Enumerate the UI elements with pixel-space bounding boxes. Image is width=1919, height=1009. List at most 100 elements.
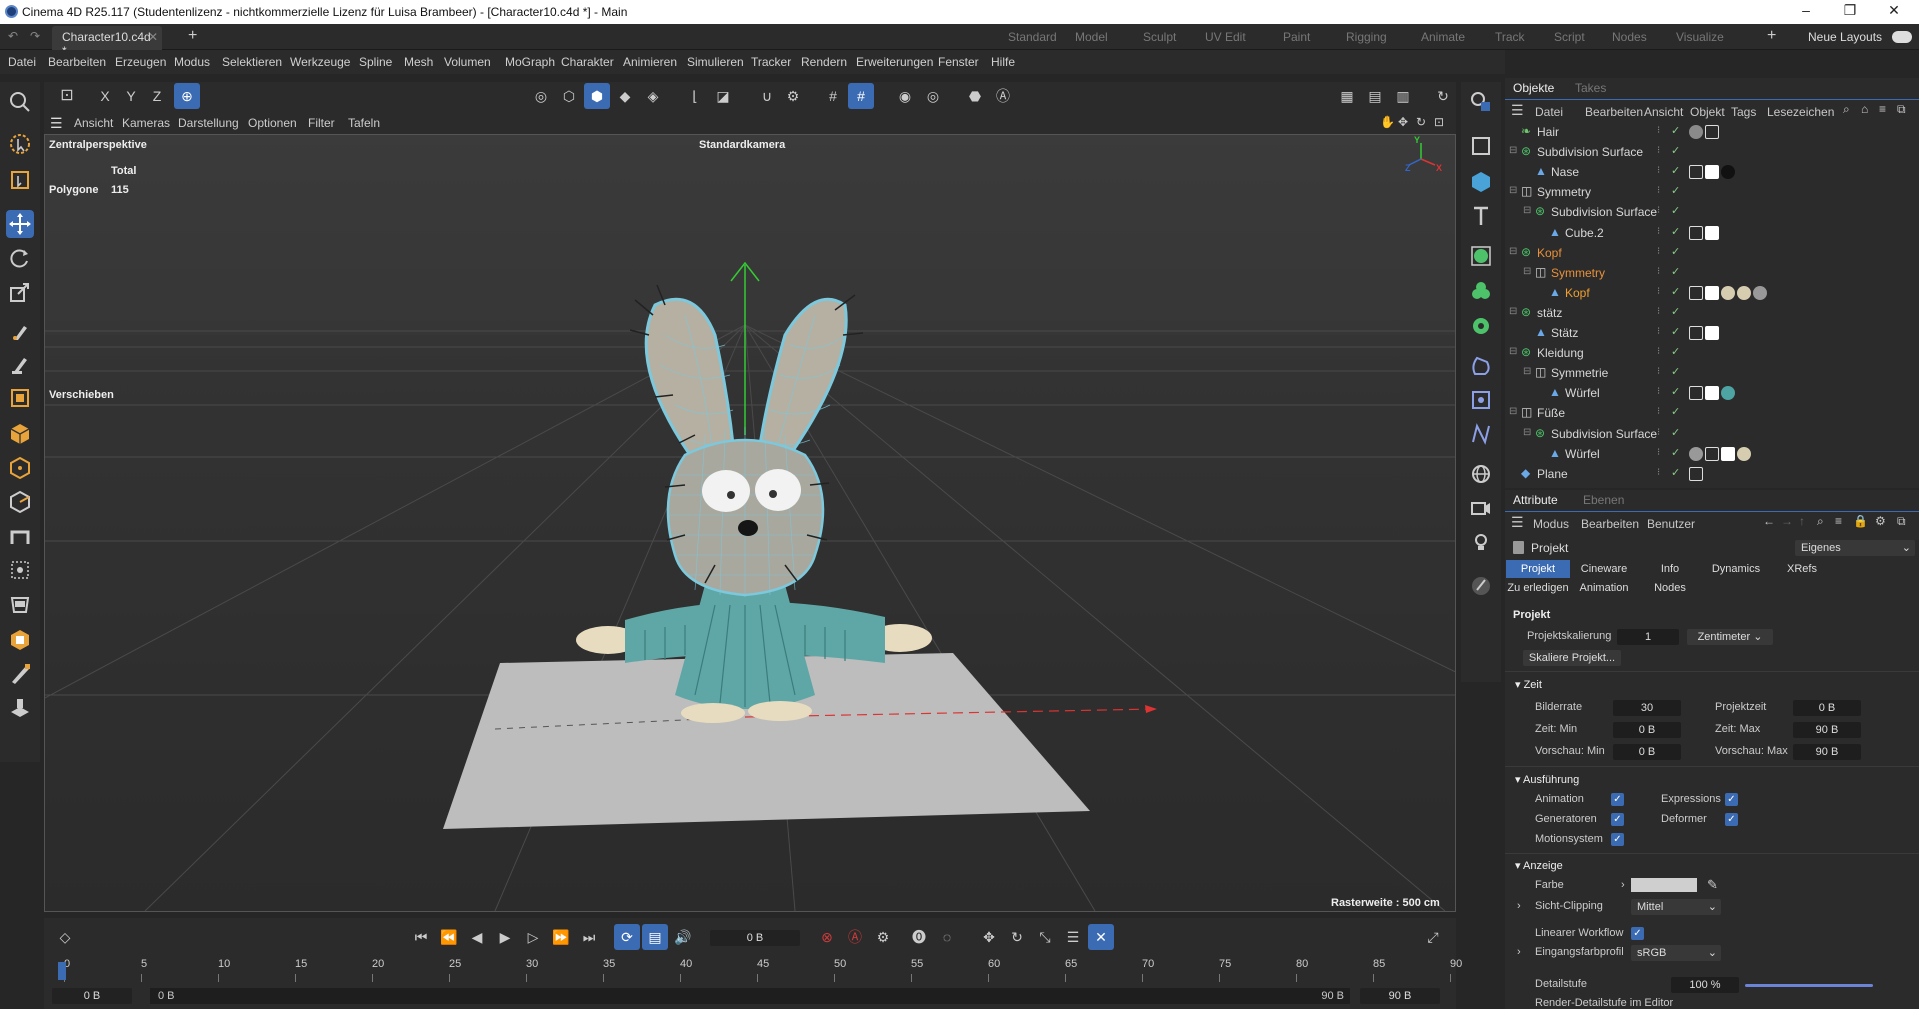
new-tab-icon[interactable]: +	[188, 27, 197, 45]
object-row[interactable]: ▲ Kopf ⁝ ✓	[1505, 283, 1919, 303]
new-window-icon[interactable]: ⧉	[1897, 102, 1906, 117]
expand-collapse-icon[interactable]: ⊟	[1509, 246, 1517, 257]
mode-dropdown[interactable]: Eigenes ⌄	[1795, 540, 1915, 556]
object-row[interactable]: ⊟ ◫ Symmetry ⁝ ✓	[1505, 182, 1919, 202]
object-row[interactable]: ❧ Hair ⁝ ✓	[1505, 122, 1919, 142]
expand-collapse-icon[interactable]: ⊟	[1509, 406, 1517, 417]
viewport-menu-darstellung[interactable]: Darstellung	[178, 116, 239, 130]
lock-icon[interactable]: 🔒	[1853, 514, 1868, 528]
back-arrow-icon[interactable]: ←	[1763, 514, 1775, 528]
layout-tab-rigging[interactable]: Rigging	[1346, 30, 1387, 44]
render-active-icon[interactable]: Ⓐ	[990, 83, 1016, 109]
spline-tool-icon[interactable]	[1467, 420, 1495, 448]
layer-visibility-icon[interactable]: ⁝	[1657, 286, 1660, 297]
menu-mograph[interactable]: MoGraph	[505, 55, 555, 69]
add-layout-icon[interactable]: +	[1767, 27, 1776, 45]
expand-collapse-icon[interactable]: ⊟	[1523, 266, 1531, 277]
picture-viewer-icon[interactable]: ⬣	[962, 83, 988, 109]
tex-tag-icon[interactable]	[1689, 225, 1703, 240]
texture-axis-icon[interactable]: ◈	[640, 83, 666, 109]
render-region-icon[interactable]: ▥	[1390, 83, 1416, 109]
farbe-color-swatch[interactable]	[1631, 878, 1697, 892]
end-frame-field[interactable]: 90 B	[1360, 988, 1440, 1004]
object-mode-icon[interactable]	[6, 420, 34, 448]
object-row[interactable]: ▲ Würfel ⁝ ✓	[1505, 444, 1919, 464]
layer-visibility-icon[interactable]: ⁝	[1657, 266, 1660, 277]
enabled-check-icon[interactable]: ✓	[1671, 446, 1680, 459]
check-tag-icon[interactable]	[1705, 285, 1719, 300]
undo-view-icon[interactable]: ⊡	[54, 83, 80, 109]
objects-menu-datei[interactable]: Datei	[1535, 105, 1563, 119]
layer-visibility-icon[interactable]: ⁝	[1657, 447, 1660, 458]
menu-bearbeiten[interactable]: Bearbeiten	[48, 55, 106, 69]
layer-visibility-icon[interactable]: ⁝	[1657, 205, 1660, 216]
clapper-icon[interactable]: ▦	[1334, 83, 1360, 109]
home-icon[interactable]: ⌂	[1861, 102, 1868, 116]
zeitmin-input[interactable]: 0 B	[1613, 722, 1681, 738]
layer-visibility-icon[interactable]: ⁝	[1657, 165, 1660, 176]
layout-tab-nodes[interactable]: Nodes	[1612, 30, 1647, 44]
tex-tag-icon[interactable]	[1689, 165, 1703, 180]
menu-tracker[interactable]: Tracker	[751, 55, 791, 69]
tab-ebenen[interactable]: Ebenen	[1583, 493, 1624, 507]
enabled-check-icon[interactable]: ✓	[1671, 305, 1680, 318]
prev-key-icon[interactable]: ⏪	[436, 924, 462, 950]
menu-mesh[interactable]: Mesh	[404, 55, 433, 69]
enabled-check-icon[interactable]: ✓	[1671, 405, 1680, 418]
cream-material-tag-icon[interactable]	[1721, 285, 1735, 300]
layout-tab-standard[interactable]: Standard	[1008, 30, 1057, 44]
object-row[interactable]: ▲ Nase ⁝ ✓	[1505, 162, 1919, 182]
layer-visibility-icon[interactable]: ⁝	[1657, 125, 1660, 136]
viewport-menu-optionen[interactable]: Optionen	[248, 116, 297, 130]
workplane-square-icon[interactable]: ◪	[710, 83, 736, 109]
menu-volumen[interactable]: Volumen	[444, 55, 491, 69]
position-key-icon[interactable]: ✥	[976, 924, 1002, 950]
subtab-animation[interactable]: Animation	[1572, 579, 1636, 597]
menu-animieren[interactable]: Animieren	[623, 55, 677, 69]
attr-new-window-icon[interactable]: ⧉	[1897, 514, 1906, 529]
enabled-check-icon[interactable]: ✓	[1671, 144, 1680, 157]
attr-menu-bearbeiten[interactable]: Bearbeiten	[1581, 517, 1639, 531]
object-row[interactable]: ▲ Stätz ⁝ ✓	[1505, 323, 1919, 343]
layer-visibility-icon[interactable]: ⁝	[1657, 467, 1660, 478]
redshift-icon[interactable]: ↻	[1430, 83, 1456, 109]
layer-visibility-icon[interactable]: ⁝	[1657, 226, 1660, 237]
object-row[interactable]: ⊟ ◫ Symmetry ⁝ ✓	[1505, 263, 1919, 283]
projektzeit-input[interactable]: 0 B	[1793, 700, 1861, 716]
eingangsfarbprofil-dropdown[interactable]: sRGB ⌄	[1631, 945, 1721, 961]
expand-collapse-icon[interactable]: ⊟	[1509, 346, 1517, 357]
enabled-check-icon[interactable]: ✓	[1671, 285, 1680, 298]
menu-werkzeuge[interactable]: Werkzeuge	[290, 55, 350, 69]
tex-tag-icon[interactable]	[1705, 446, 1719, 461]
points-mode-icon[interactable]	[6, 454, 34, 482]
cream-material-tag-icon[interactable]	[1737, 446, 1751, 461]
attr-menu-benutzer[interactable]: Benutzer	[1647, 517, 1695, 531]
layer-visibility-icon[interactable]: ⁝	[1657, 326, 1660, 337]
menu-rendern[interactable]: Rendern	[801, 55, 847, 69]
axis-z-button[interactable]: Z	[144, 83, 170, 109]
coordinate-system-icon[interactable]: ⊕	[174, 83, 200, 109]
teal-material-tag-icon[interactable]	[1721, 386, 1735, 401]
layer-visibility-icon[interactable]: ⁝	[1657, 185, 1660, 196]
subtab-nodes[interactable]: Nodes	[1638, 579, 1702, 597]
autokey-icon[interactable]: Ⓐ	[842, 924, 868, 950]
menu-selektieren[interactable]: Selektieren	[222, 55, 282, 69]
menu-modus[interactable]: Modus	[174, 55, 210, 69]
layout-tab-uv-edit[interactable]: UV Edit	[1205, 30, 1246, 44]
square-primitive-icon[interactable]	[1467, 132, 1495, 160]
camera-label[interactable]: Standardkamera	[699, 139, 785, 151]
stripe-material-tag-icon[interactable]	[1753, 285, 1767, 300]
camera-object-icon[interactable]	[1467, 494, 1495, 522]
text-tool-icon[interactable]	[1467, 202, 1495, 230]
object-row[interactable]: ⊟ ⊛ Subdivision Surface ⁝ ✓	[1505, 424, 1919, 444]
eingangsfarbprofil-expand-icon[interactable]: ›	[1517, 946, 1521, 958]
start-frame-field[interactable]: 0 B	[52, 988, 132, 1004]
key-selection-icon[interactable]: ⓿	[906, 924, 932, 950]
preview-range-bar[interactable]: 0 B 90 B	[150, 988, 1350, 1004]
object-row[interactable]: ⊟ ⊛ stätz ⁝ ✓	[1505, 303, 1919, 323]
viewport-menu-ansicht[interactable]: Ansicht	[74, 116, 113, 130]
subdivision-icon[interactable]	[1467, 242, 1495, 270]
grid-active-icon[interactable]: #	[848, 83, 874, 109]
viewport-layout-icon[interactable]	[1467, 88, 1495, 116]
edges-mode-icon[interactable]	[6, 488, 34, 516]
